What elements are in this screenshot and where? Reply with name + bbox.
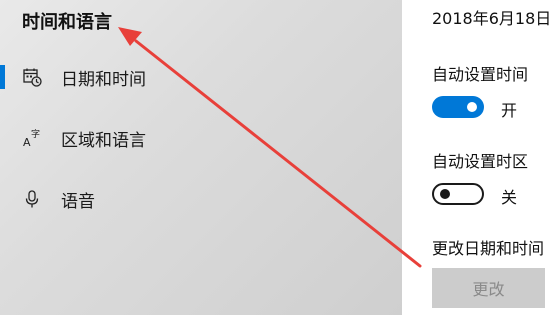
auto-time-label: 自动设置时间 [432,65,529,84]
language-icon: A 字 [22,128,42,148]
sidebar-item-speech[interactable]: 语音 [0,179,402,219]
sidebar-item-label: 语音 [61,191,95,212]
auto-time-state: 开 [501,101,518,120]
toggle-knob [440,189,450,199]
auto-time-toggle[interactable] [432,96,484,118]
auto-timezone-toggle[interactable] [432,183,484,205]
sidebar-item-label: 日期和时间 [61,69,146,90]
svg-text:A: A [23,136,31,148]
sidebar: 时间和语言 日期和时间 A 字 区域和语言 语音 [0,0,402,315]
auto-timezone-state: 关 [501,188,518,207]
sidebar-item-region-language[interactable]: A 字 区域和语言 [0,118,402,158]
sidebar-item-label: 区域和语言 [61,130,146,151]
change-datetime-label: 更改日期和时间 [432,239,545,258]
selection-indicator [0,65,5,89]
auto-timezone-label: 自动设置时区 [432,152,529,171]
svg-text:字: 字 [31,128,40,140]
toggle-knob [467,102,477,112]
change-button[interactable]: 更改 [432,268,545,308]
microphone-icon [22,189,42,209]
settings-panel: 2018年6月18日 自动设置时间 开 自动设置时区 关 更改日期和时间 更改 [402,0,553,315]
current-date: 2018年6月18日 [432,9,552,28]
sidebar-item-date-time[interactable]: 日期和时间 [0,57,402,97]
calendar-clock-icon [22,67,42,87]
page-title: 时间和语言 [22,12,112,33]
